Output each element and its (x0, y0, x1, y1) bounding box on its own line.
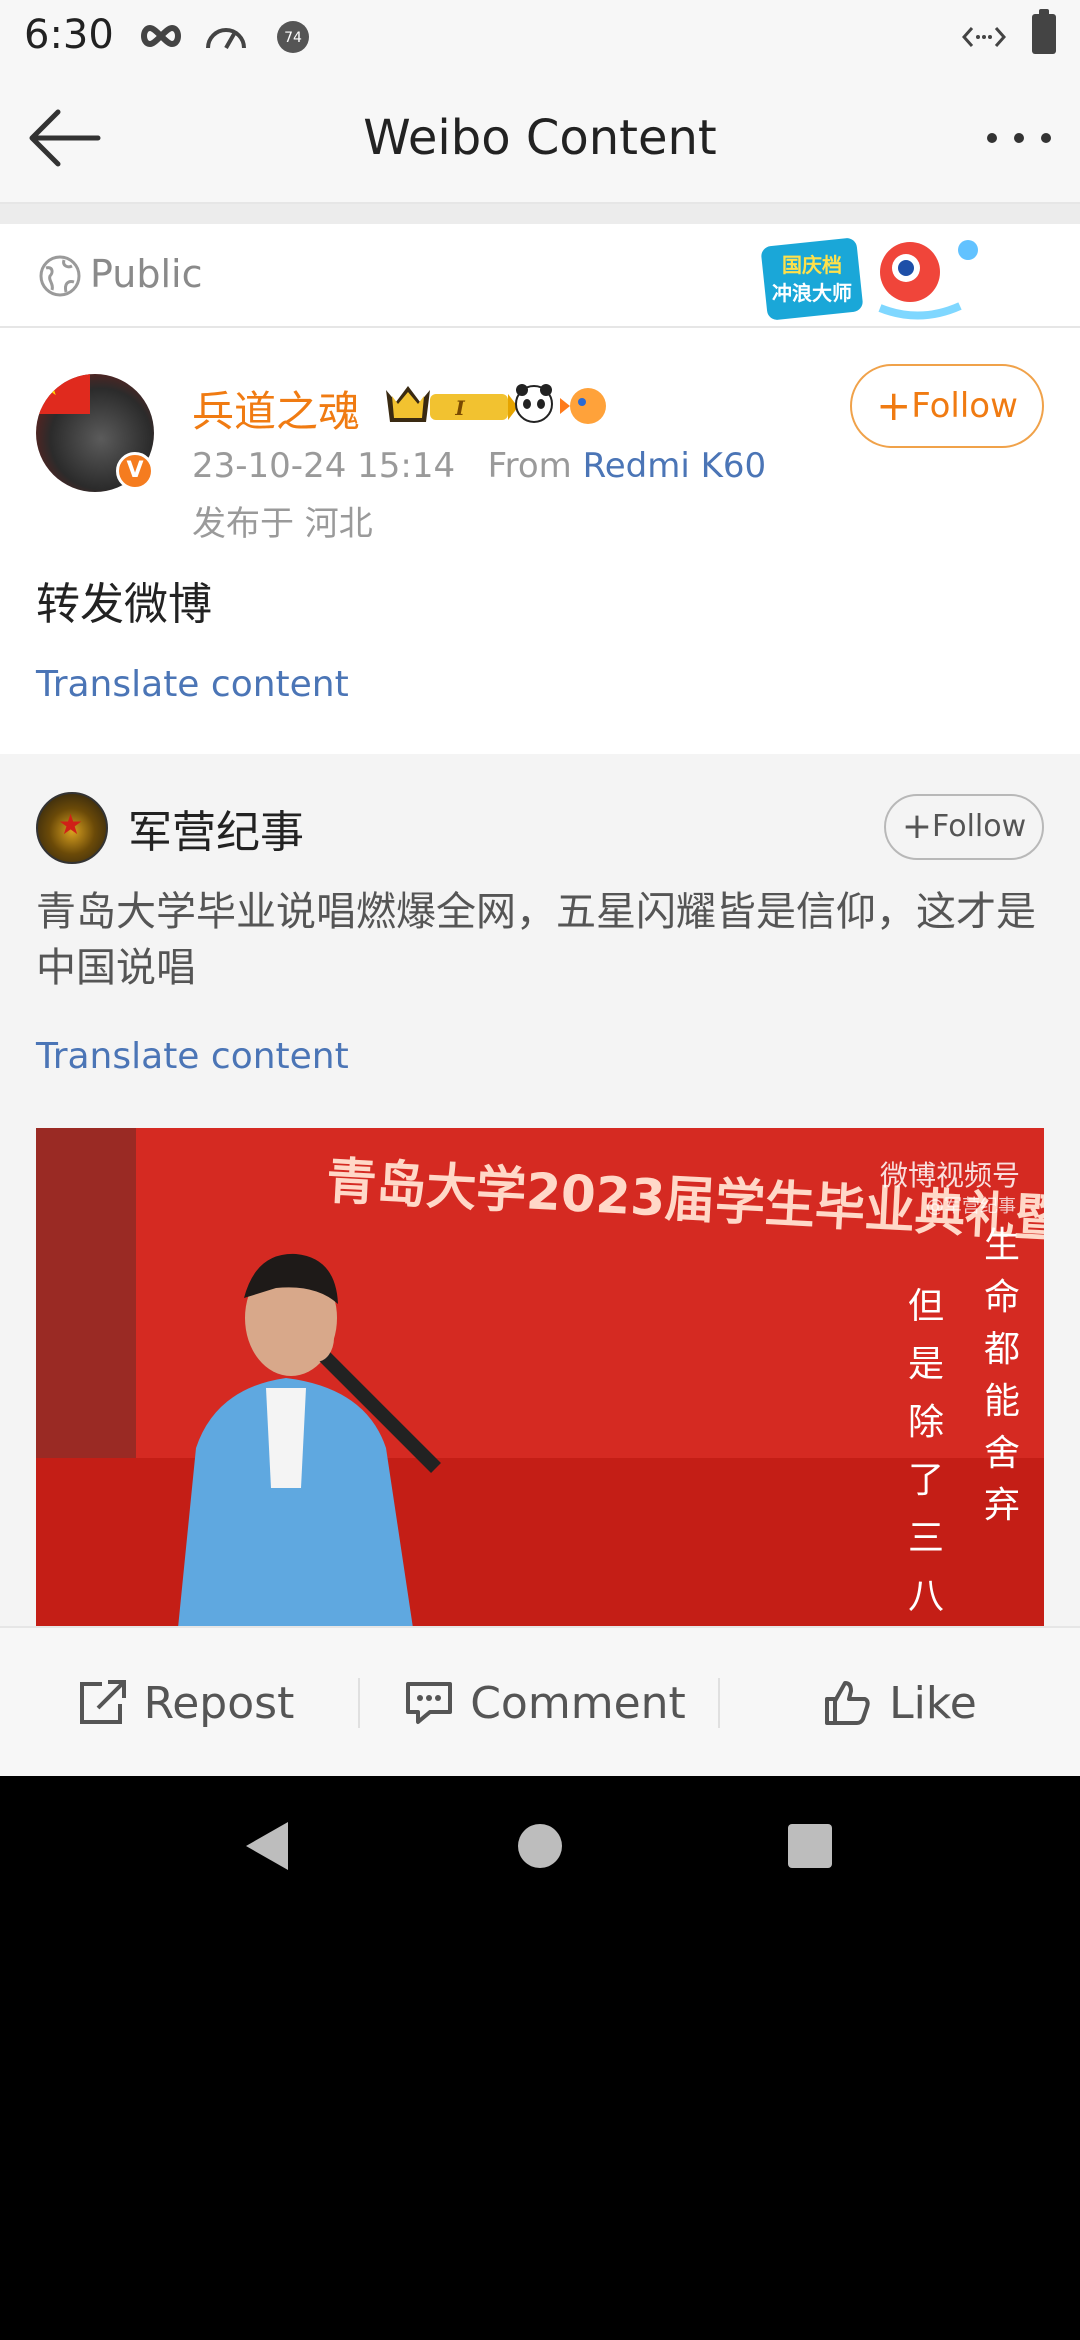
divider (358, 1678, 360, 1728)
video-watermark-handle: @军营纪事 (926, 1196, 1016, 1217)
like-button[interactable]: Like (740, 1628, 1060, 1778)
action-bar: Repost Comment Like (0, 1626, 1080, 1776)
share-external-icon (79, 1680, 126, 1724)
nav-recents-icon[interactable] (788, 1824, 832, 1868)
repost-button[interactable]: Repost (36, 1628, 336, 1778)
promo-text-1: 国庆档 (782, 253, 842, 277)
system-nav-bar (0, 1776, 1080, 1916)
post-username[interactable]: 兵道之魂 (192, 378, 360, 439)
post-card: V 兵道之魂 I 23-10-24 15:14 From Redmi K60 发… (0, 328, 1080, 754)
post-timestamp: 23-10-24 15:14 (192, 446, 456, 486)
flag-icon (36, 374, 90, 414)
verified-badge-icon: V (116, 452, 154, 490)
like-label: Like (889, 1677, 977, 1729)
repost-follow-label: Follow (932, 809, 1027, 844)
post-source[interactable]: Redmi K60 (583, 446, 767, 486)
visibility-label: Public (90, 252, 203, 296)
video-caption-left: 但是除了三八线 (908, 1286, 945, 1617)
user-badges: I (386, 384, 606, 424)
speedometer-icon (206, 28, 246, 49)
plus-icon: + (876, 381, 912, 430)
nav-back-icon[interactable] (244, 1820, 290, 1872)
page-title: Weibo Content (363, 110, 717, 166)
status-bar: 6:30 74 (0, 0, 1080, 72)
notification-count: 74 (284, 30, 302, 46)
post-location: 发布于 河北 (192, 504, 373, 544)
from-label: From (487, 446, 572, 486)
visibility-row: Public 国庆档 冲浪大师 (0, 224, 1080, 328)
repost-label: Repost (143, 1677, 295, 1729)
post-text: 转发微博 (36, 579, 212, 630)
app-bar: Weibo Content (0, 72, 1080, 204)
video-caption-right: 生命都能舍弃 (984, 1225, 1021, 1526)
separator (0, 204, 1080, 224)
post-meta: 23-10-24 15:14 From Redmi K60 (192, 446, 766, 486)
video-singer-figure (178, 1253, 441, 1626)
more-horizontal-icon[interactable] (984, 128, 1054, 148)
notification-74-icon: 74 (277, 21, 309, 53)
code-arrows-icon (962, 27, 1006, 47)
nav-home-icon[interactable] (518, 1824, 562, 1868)
plus-icon: + (901, 806, 933, 847)
battery-icon (1032, 9, 1056, 54)
comment-label: Comment (470, 1677, 686, 1729)
video-thumbnail[interactable]: 青岛大学2023届学生毕业典礼暨学位授予仪式 微博视频号 @军营纪事 生命都能舍… (36, 1128, 1044, 1626)
follow-label: Follow (911, 386, 1018, 426)
promo-banner[interactable]: 国庆档 冲浪大师 (760, 228, 1000, 328)
repost-follow-button[interactable]: +Follow (884, 794, 1044, 860)
repost-text: 青岛大学毕业说唱燃爆全网，五星闪耀皆是信仰，这才是中国说唱 (36, 889, 1036, 991)
promo-text-2: 冲浪大师 (772, 281, 852, 305)
level-badge: I (454, 396, 465, 420)
thumbs-up-icon (825, 1681, 870, 1725)
comment-icon (406, 1682, 453, 1724)
screen: { "status_bar": { "time": "6:30", "icons… (0, 0, 1080, 2340)
infinity-icon (141, 24, 181, 48)
translate-link[interactable]: Translate content (36, 664, 349, 705)
repost-username[interactable]: 军营纪事 (128, 796, 304, 860)
status-time: 6:30 (24, 12, 114, 58)
globe-icon (39, 255, 81, 297)
video-watermark: 微博视频号 (879, 1159, 1020, 1192)
repost-avatar[interactable] (36, 792, 108, 864)
comment-button[interactable]: Comment (380, 1628, 710, 1778)
divider (718, 1678, 720, 1728)
reposted-card[interactable]: 军营纪事 +Follow 青岛大学毕业说唱燃爆全网，五星闪耀皆是信仰，这才是中国… (0, 754, 1080, 1626)
follow-button[interactable]: +Follow (850, 364, 1044, 448)
repost-translate-link[interactable]: Translate content (36, 1036, 349, 1077)
